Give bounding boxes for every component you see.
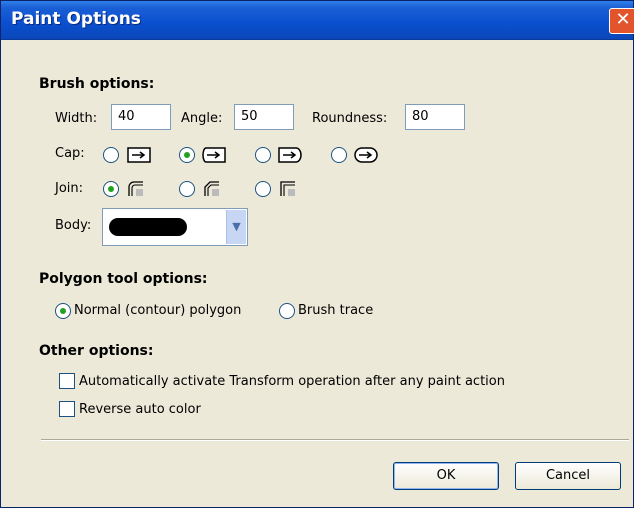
normal-polygon-radio[interactable] (55, 303, 71, 319)
cap-square-radio[interactable] (255, 147, 271, 163)
other-options-heading: Other options: (39, 343, 154, 359)
width-label: Width: (55, 111, 98, 126)
join-bevel-radio[interactable] (179, 181, 195, 197)
cap-pill-icon (354, 147, 378, 163)
ok-button[interactable]: OK (393, 462, 499, 490)
reverse-color-label[interactable]: Reverse auto color (79, 402, 201, 417)
normal-polygon-label[interactable]: Normal (contour) polygon (74, 303, 241, 318)
join-miter-radio[interactable] (255, 181, 271, 197)
cap-label: Cap: (55, 146, 85, 161)
brush-trace-radio[interactable] (279, 303, 295, 319)
roundness-label: Roundness: (312, 111, 388, 126)
width-field[interactable]: 40 (111, 104, 171, 130)
paint-options-dialog: Paint Options ✕ Brush options: Width: 40… (0, 0, 634, 508)
cancel-button[interactable]: Cancel (515, 462, 621, 490)
join-round-radio[interactable] (103, 181, 119, 197)
chevron-down-icon[interactable]: ▼ (226, 210, 246, 244)
join-miter-icon (280, 181, 295, 196)
join-round-icon (128, 181, 143, 196)
cap-round-icon (202, 147, 226, 163)
body-label: Body: (55, 218, 92, 233)
body-dropdown[interactable]: ▼ (102, 208, 248, 246)
join-label: Join: (55, 181, 84, 196)
auto-transform-label[interactable]: Automatically activate Transform operati… (79, 374, 505, 389)
cap-flat-radio[interactable] (103, 147, 119, 163)
angle-label: Angle: (181, 111, 223, 126)
brush-options-heading: Brush options: (39, 76, 155, 92)
dialog-title: Paint Options (11, 9, 141, 29)
auto-transform-checkbox[interactable] (59, 373, 75, 389)
roundness-field[interactable]: 80 (405, 104, 465, 130)
cap-square-icon (278, 147, 302, 163)
cap-round-radio[interactable] (179, 147, 195, 163)
polygon-options-heading: Polygon tool options: (39, 271, 208, 287)
cap-pill-radio[interactable] (331, 147, 347, 163)
angle-field[interactable]: 50 (234, 104, 294, 130)
join-bevel-icon (204, 181, 219, 196)
cap-flat-icon (127, 147, 151, 163)
divider (41, 439, 629, 441)
brush-body-swatch (109, 218, 187, 236)
brush-trace-label[interactable]: Brush trace (298, 303, 373, 318)
reverse-color-checkbox[interactable] (59, 401, 75, 417)
title-bar[interactable]: Paint Options ✕ (1, 1, 634, 40)
close-button[interactable]: ✕ (609, 8, 634, 34)
